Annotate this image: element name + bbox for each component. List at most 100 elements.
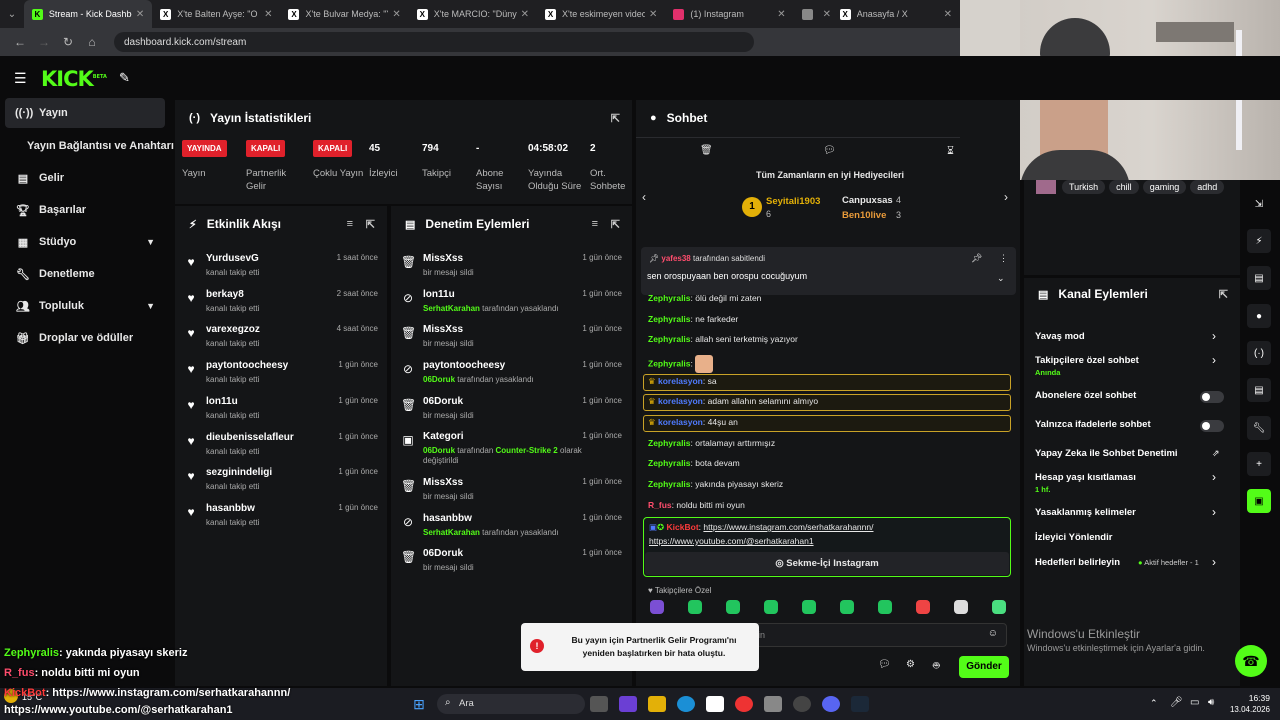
chat-username[interactable]: korelasyon (658, 376, 703, 386)
discord-icon[interactable] (822, 696, 840, 712)
list-item[interactable]: 🗑︎ MissXss bir mesajı sildi 1 gün önce (401, 251, 622, 287)
add-widget-icon[interactable]: + (1247, 452, 1271, 476)
close-icon[interactable]: ✕ (823, 9, 831, 20)
moderator-name[interactable]: SerhatKarahan (423, 304, 480, 313)
username[interactable]: 06Doruk (423, 548, 463, 559)
popout-icon[interactable]: ⇱ (611, 218, 620, 231)
username[interactable]: MissXss (423, 477, 463, 488)
kick-app-icon[interactable]: ▣ (1247, 489, 1271, 513)
home-icon[interactable]: ⌂ (80, 35, 104, 49)
list-icon[interactable]: ▤ (1247, 378, 1271, 402)
gear-icon[interactable]: ⚙ (906, 659, 915, 670)
list-item[interactable]: ♥ sezginindeligi kanalı takip etti 1 gün ön… (184, 465, 378, 501)
emote-icon[interactable] (764, 600, 778, 614)
bot-icon[interactable]: 🤖︎ (933, 659, 940, 674)
broadcast-icon[interactable]: (·) (1247, 341, 1271, 365)
list-item[interactable]: 🗑︎ MissXss bir mesajı sildi 1 gün önce (401, 322, 622, 358)
bot-link[interactable]: https://www.instagram.com/serhatkarahann… (703, 522, 873, 532)
network-icon[interactable]: ▭ (1190, 697, 1199, 708)
username[interactable]: hasanbbw (423, 513, 472, 524)
folder-icon[interactable] (648, 696, 666, 712)
store-icon[interactable] (706, 696, 724, 712)
close-icon[interactable]: ✕ (777, 9, 785, 20)
popout-icon[interactable]: ⇲ (1247, 192, 1271, 216)
popout-icon[interactable]: ⇱ (1219, 288, 1228, 301)
username[interactable]: MissXss (423, 324, 463, 335)
browser-tab[interactable]: X X'te Balten Ayşe: "O çaresi ✕ (152, 0, 280, 28)
channel-action-item[interactable]: Abonelere özel sohbet (1035, 390, 1136, 401)
channel-action-item[interactable]: Yapay Zeka ile Sohbet Denetimi (1035, 448, 1178, 459)
emoji-icon[interactable]: ☺ (988, 628, 998, 639)
pin-icon[interactable]: ✎ (119, 70, 130, 86)
menu-icon[interactable]: ☰ (14, 70, 27, 87)
sidebar-item-basarilar[interactable]: 🏆︎ Başarılar (5, 195, 165, 225)
chat-username[interactable]: korelasyon (658, 396, 703, 406)
close-icon[interactable]: ✕ (392, 9, 400, 20)
emote-icon[interactable] (954, 600, 968, 614)
task-view-icon[interactable] (590, 696, 608, 712)
chevron-down-icon[interactable]: ⌄ (997, 273, 1005, 284)
chat-message[interactable]: Zephyralis: ölü değil mi zaten (648, 293, 761, 303)
username[interactable]: lon11u (206, 396, 238, 407)
chevron-right-icon[interactable]: › (1212, 555, 1216, 569)
support-icon[interactable]: ☎ (1235, 645, 1267, 677)
in-tab-instagram-button[interactable]: ◎ Sekme-İçi Instagram (645, 552, 1009, 575)
channel-action-item[interactable]: Hedefleri belirleyin (1035, 557, 1120, 568)
forward-icon[interactable]: → (32, 35, 56, 49)
browser-tab[interactable]: X X'te Bulvar Medya: "Yaşlı ✕ (280, 0, 408, 28)
sidebar-item-yayin[interactable]: ((·)) Yayın (5, 98, 165, 128)
emote-icon[interactable] (878, 600, 892, 614)
toggle-switch[interactable] (1200, 420, 1224, 432)
browser-tab-kick[interactable]: K Stream - Kick Dashboard ✕ (23, 0, 153, 28)
app-icon[interactable] (764, 696, 782, 712)
microphone-icon[interactable]: 🎤︎ (1170, 697, 1183, 708)
kick-logo[interactable]: KICKBETA (41, 67, 107, 91)
chat-message[interactable]: Zephyralis: ortalamayı arttırmışız (648, 438, 775, 448)
wrench-icon[interactable]: 🔧︎ (1247, 416, 1271, 440)
list-item[interactable]: 🗑︎ 06Doruk bir mesajı sildi 1 gün önce (401, 394, 622, 430)
tag-chip[interactable]: Turkish (1062, 180, 1106, 194)
emote-icon[interactable] (992, 600, 1006, 614)
obs-icon[interactable] (793, 696, 811, 712)
emote-icon[interactable] (802, 600, 816, 614)
chat-icon[interactable]: ● (1247, 304, 1271, 328)
list-item[interactable]: ⊘ paytontoocheesy 06Doruk tarafından yasak… (401, 358, 622, 394)
username[interactable]: varexegzoz (206, 324, 260, 335)
clock-time[interactable]: 16:39 (1232, 693, 1270, 703)
close-icon[interactable]: ✕ (521, 9, 529, 20)
list-item[interactable]: ♥ lon11u kanalı takip etti 1 gün önce (184, 394, 378, 430)
filter-icon[interactable]: ≡ (592, 218, 598, 230)
sidebar-item-topluluk[interactable]: 👥︎ Topluluk ▼ (5, 291, 165, 321)
emote-icon[interactable] (650, 600, 664, 614)
list-item[interactable]: ♥ berkay8 kanalı takip etti 2 saat önce (184, 287, 378, 323)
more-icon[interactable]: ⋮ (999, 253, 1008, 264)
chat-message[interactable]: ♛ korelasyon: adam allahın selamını almı… (648, 396, 818, 407)
close-icon[interactable]: ✕ (944, 9, 952, 20)
tray-chevron-icon[interactable]: ⌃ (1150, 698, 1158, 709)
list-item[interactable]: ⊘ hasanbbw SerhatKarahan tarafından yasakl… (401, 511, 622, 547)
chat-username[interactable]: Zephyralis (648, 358, 691, 368)
list-item[interactable]: ♥ varexegzoz kanalı takip etti 4 saat önce (184, 322, 378, 358)
chat-username[interactable]: Zephyralis (648, 479, 691, 489)
taskbar-search[interactable]: ⌕ Ara (437, 694, 585, 714)
popout-icon[interactable]: ⇱ (366, 218, 375, 231)
tag-chip[interactable]: adhd (1190, 180, 1225, 194)
chrome-icon[interactable] (735, 696, 753, 712)
volume-icon[interactable]: 🔊︎ (1208, 697, 1214, 708)
tag-chip[interactable]: gaming (1142, 180, 1187, 194)
list-item[interactable]: 🗑︎ MissXss bir mesajı sildi 1 gün önce (401, 475, 622, 511)
list-item[interactable]: ♥ paytontoocheesy kanalı takip etti 1 gün ö… (184, 358, 378, 394)
chat-message[interactable]: Zephyralis: ne farkeder (648, 314, 738, 324)
moderator-name[interactable]: 06Doruk (423, 375, 455, 384)
toggle-switch[interactable] (1200, 391, 1224, 403)
chat-username[interactable]: Zephyralis (648, 314, 691, 324)
sidebar-item-studyo[interactable]: ▦ Stüdyo ▼ (5, 227, 165, 257)
gifter-name[interactable]: Canpuxsas (842, 195, 893, 206)
app-icon[interactable] (619, 696, 637, 712)
gifter-name[interactable]: Ben10live (842, 210, 886, 221)
username[interactable]: MissXss (423, 253, 463, 264)
emote-icon[interactable] (840, 600, 854, 614)
clock-date[interactable]: 13.04.2026 (1222, 705, 1270, 714)
sidebar-item-stream-key[interactable]: Yayın Bağlantısı ve Anahtarı (17, 131, 177, 161)
bot-username[interactable]: KickBot (667, 522, 699, 532)
